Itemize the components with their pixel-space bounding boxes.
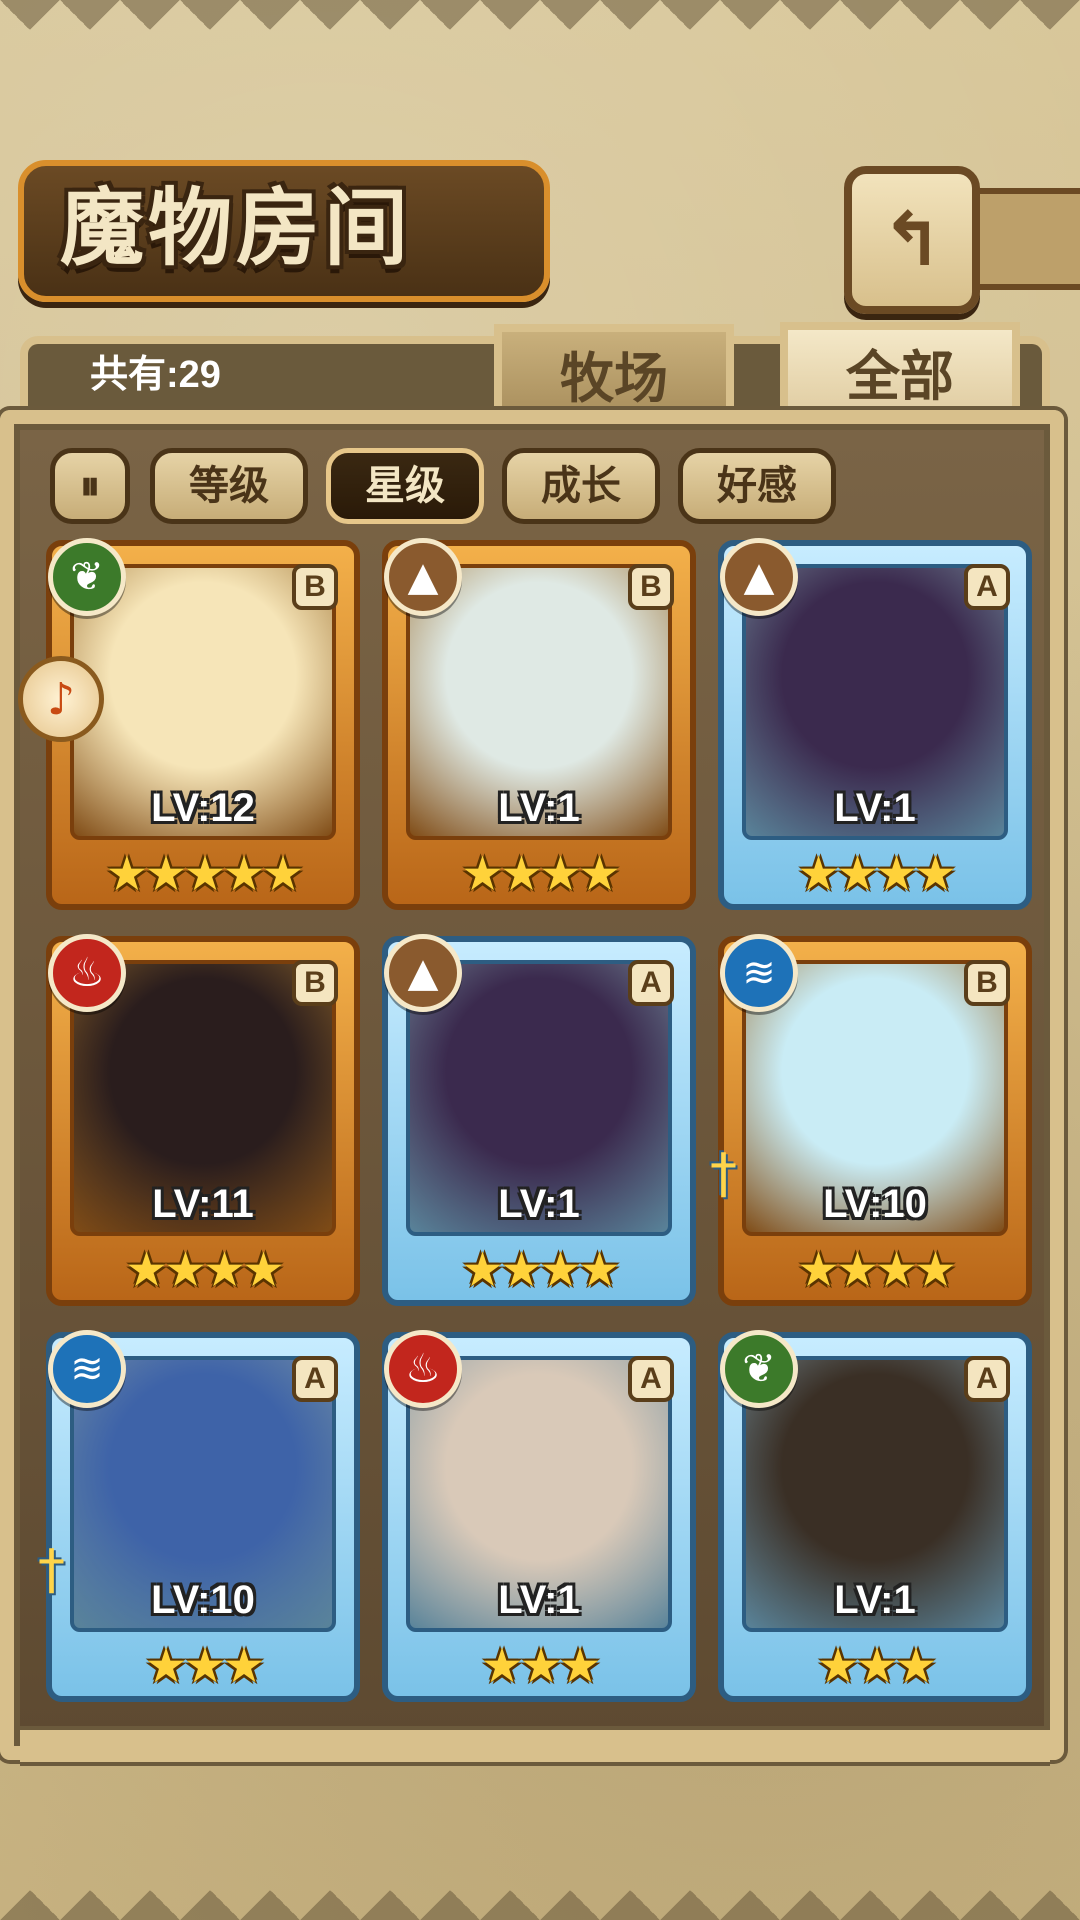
sort-by-star-button[interactable]: 星级 xyxy=(326,448,484,524)
nature-element-icon: ❦ xyxy=(48,538,126,616)
favorite-tag-icon: ♪ xyxy=(46,673,76,725)
monster-card[interactable]: ≋ B LV:10 ★★★★ † xyxy=(710,934,1032,1306)
monster-level: LV:1 xyxy=(498,1578,580,1622)
nature-element-icon: ❦ xyxy=(720,1330,798,1408)
sort-by-affection-button[interactable]: 好感 xyxy=(678,448,836,524)
tab-ranch[interactable]: 牧场 xyxy=(494,324,734,416)
star-rating: ★★★★ xyxy=(796,1242,957,1298)
star-rating: ★★★★ xyxy=(460,846,621,902)
rank-badge: B xyxy=(292,564,338,610)
star-rating: ★★★ xyxy=(480,1638,601,1694)
panel-footer xyxy=(20,1726,1050,1766)
monster-card[interactable]: ♨ B LV:11 ★★★★ xyxy=(46,934,360,1306)
monster-level: LV:10 xyxy=(823,1182,927,1226)
monster-card[interactable]: ▲ B LV:1 ★★★★ xyxy=(382,538,696,910)
rank-badge: B xyxy=(292,960,338,1006)
monster-level: LV:12 xyxy=(151,786,255,830)
rank-badge: B xyxy=(964,960,1010,1006)
bottom-border-decoration xyxy=(0,1860,1080,1920)
monster-level: LV:1 xyxy=(498,786,580,830)
monster-card[interactable]: ≋ A LV:10 ★★★ † xyxy=(38,1330,360,1702)
monster-count: 共有:29 xyxy=(90,354,221,396)
monster-card[interactable]: ♨ A LV:1 ★★★ xyxy=(382,1330,696,1702)
monster-level: LV:11 xyxy=(152,1182,254,1226)
fire-element-icon: ♨ xyxy=(48,934,126,1012)
earth-element-icon: ▲ xyxy=(720,538,798,616)
sword-equipped-icon: † xyxy=(38,1538,65,1601)
star-rating: ★★★★★ xyxy=(105,846,304,902)
star-rating: ★★★ xyxy=(144,1638,265,1694)
monster-level: LV:10 xyxy=(151,1578,255,1622)
monster-card[interactable]: ❦ A LV:1 ★★★ xyxy=(718,1330,1032,1702)
earth-element-icon: ▲ xyxy=(384,934,462,1012)
star-rating: ★★★★ xyxy=(796,846,957,902)
return-arrow-icon: ↰ xyxy=(880,197,943,283)
star-rating: ★★★ xyxy=(816,1638,937,1694)
back-button[interactable]: ↰ xyxy=(844,166,980,314)
monster-level: LV:1 xyxy=(834,786,916,830)
monster-card[interactable]: ▲ A LV:1 ★★★★ xyxy=(718,538,1032,910)
water-element-icon: ≋ xyxy=(48,1330,126,1408)
top-border-decoration xyxy=(0,0,1080,60)
page-title: 魔物房间 xyxy=(60,178,413,277)
rank-badge: A xyxy=(628,960,674,1006)
rank-badge: A xyxy=(628,1356,674,1402)
sort-order-icon: ⏸ xyxy=(80,463,100,509)
sort-by-level-button[interactable]: 等级 xyxy=(150,448,308,524)
monster-level: LV:1 xyxy=(834,1578,916,1622)
rank-badge: B xyxy=(628,564,674,610)
monster-card[interactable]: ▲ A LV:1 ★★★★ xyxy=(382,934,696,1306)
favorite-tag[interactable]: ♪ xyxy=(18,656,104,742)
rank-badge: A xyxy=(292,1356,338,1402)
monster-level: LV:1 xyxy=(498,1182,580,1226)
rank-badge: A xyxy=(964,564,1010,610)
sort-order-toggle[interactable]: ⏸ xyxy=(50,448,130,524)
fire-element-icon: ♨ xyxy=(384,1330,462,1408)
earth-element-icon: ▲ xyxy=(384,538,462,616)
star-rating: ★★★★ xyxy=(460,1242,621,1298)
water-element-icon: ≋ xyxy=(720,934,798,1012)
rank-badge: A xyxy=(964,1356,1010,1402)
sword-equipped-icon: † xyxy=(710,1142,737,1205)
star-rating: ★★★★ xyxy=(124,1242,285,1298)
sort-by-growth-button[interactable]: 成长 xyxy=(502,448,660,524)
